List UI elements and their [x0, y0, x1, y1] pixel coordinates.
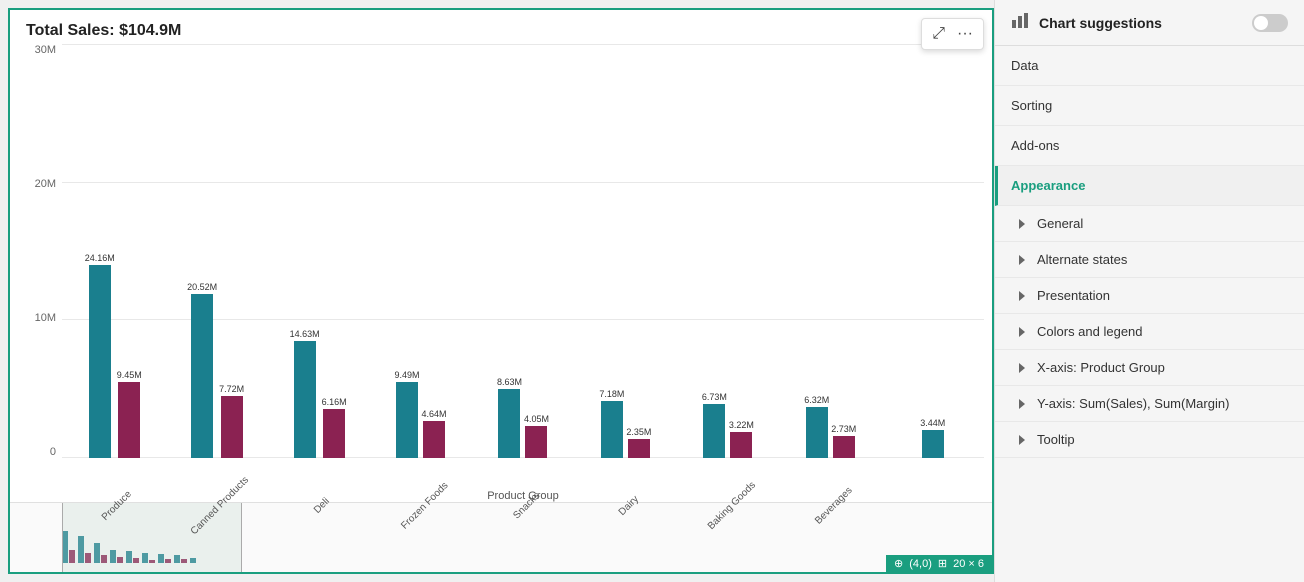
bar-group-8: 3.44M	[882, 418, 984, 458]
chart-status-bar: ⊕ (4,0) ⊞ 20 × 6	[886, 555, 992, 572]
chevron-icon-y-axis	[1019, 399, 1025, 409]
bar-teal-7[interactable]: 6.32M	[804, 395, 829, 458]
y-label-20m: 20M	[26, 178, 56, 190]
section-label-general: General	[1037, 216, 1083, 231]
chart-suggestions-icon	[1011, 10, 1031, 35]
bar-teal-3[interactable]: 9.49M	[395, 370, 420, 458]
panel-header: Chart suggestions	[995, 0, 1304, 46]
chevron-icon-alt-states	[1019, 255, 1025, 265]
bar-group-5: 7.18M2.35MDairy	[574, 389, 676, 458]
chart-plot: 24.16M9.45MProduce20.52M7.72MCanned Prod…	[62, 44, 984, 488]
chart-container: ⤢ ··· Total Sales: $104.9M 30M 20M 10M 0	[8, 8, 994, 574]
mini-chart[interactable]	[10, 502, 992, 572]
status-grid-value: 20 × 6	[953, 558, 984, 570]
bar-teal-1[interactable]: 20.52M	[187, 282, 217, 458]
bars-row: 24.16M9.45MProduce20.52M7.72MCanned Prod…	[62, 44, 984, 488]
bar-teal-0[interactable]: 24.16M	[85, 253, 115, 458]
section-label-presentation: Presentation	[1037, 288, 1110, 303]
panel-section-y-axis[interactable]: Y-axis: Sum(Sales), Sum(Margin)	[995, 386, 1304, 422]
bar-group-0: 24.16M9.45MProduce	[62, 253, 164, 458]
panel-nav-sorting[interactable]: Sorting	[995, 86, 1304, 126]
chevron-icon-x-axis	[1019, 363, 1025, 373]
bar-group-2: 14.63M6.16MDeli	[267, 329, 369, 458]
y-label-10m: 10M	[26, 312, 56, 324]
panel-section-alt-states[interactable]: Alternate states	[995, 242, 1304, 278]
bar-purple-0[interactable]: 9.45M	[117, 370, 142, 458]
chevron-icon-general	[1019, 219, 1025, 229]
bar-group-4: 8.63M4.05MSnacks	[472, 377, 574, 458]
panel-section-general[interactable]: General	[995, 206, 1304, 242]
y-label-0: 0	[26, 446, 56, 458]
bar-purple-4[interactable]: 4.05M	[524, 414, 549, 458]
status-grid-icon: ⊞	[938, 557, 947, 570]
chart-main: 30M 20M 10M 0 24.16M9.45MProduce20.52M7.…	[10, 44, 992, 502]
panel-nav: DataSortingAdd-onsAppearance	[995, 46, 1304, 206]
chevron-icon-presentation	[1019, 291, 1025, 301]
y-label-30m: 30M	[26, 44, 56, 56]
panel-title: Chart suggestions	[1039, 15, 1162, 31]
bar-teal-8[interactable]: 3.44M	[920, 418, 945, 458]
bar-group-1: 20.52M7.72MCanned Products	[164, 282, 266, 458]
bar-purple-6[interactable]: 3.22M	[729, 420, 754, 458]
bar-group-6: 6.73M3.22MBaking Goods	[677, 392, 779, 458]
bar-purple-5[interactable]: 2.35M	[626, 427, 651, 458]
panel-section-x-axis[interactable]: X-axis: Product Group	[995, 350, 1304, 386]
expand-button[interactable]: ⤢	[928, 23, 949, 45]
bar-teal-6[interactable]: 6.73M	[702, 392, 727, 458]
panel-section-presentation[interactable]: Presentation	[995, 278, 1304, 314]
bar-purple-7[interactable]: 2.73M	[831, 424, 856, 458]
status-coords-value: (4,0)	[909, 558, 932, 570]
panel-header-left: Chart suggestions	[1011, 10, 1162, 35]
chart-toolbar: ⤢ ···	[921, 18, 984, 50]
panel-sections: General Alternate states Presentation Color…	[995, 206, 1304, 458]
bar-purple-2[interactable]: 6.16M	[322, 397, 347, 458]
chart-suggestions-toggle[interactable]	[1252, 14, 1288, 32]
section-label-alt-states: Alternate states	[1037, 252, 1127, 267]
panel-nav-appearance[interactable]: Appearance	[995, 166, 1304, 206]
bar-group-3: 9.49M4.64MFrozen Foods	[369, 370, 471, 458]
panel-nav-data[interactable]: Data	[995, 46, 1304, 86]
section-label-colors-legend: Colors and legend	[1037, 324, 1143, 339]
section-label-tooltip: Tooltip	[1037, 432, 1075, 447]
bar-chart: 30M 20M 10M 0 24.16M9.45MProduce20.52M7.…	[26, 44, 984, 488]
panel-nav-addons[interactable]: Add-ons	[995, 126, 1304, 166]
status-coords: ⊕	[894, 557, 903, 570]
bar-group-7: 6.32M2.73MBeverages	[779, 395, 881, 458]
right-panel: Chart suggestions DataSortingAdd-onsAppe…	[994, 0, 1304, 582]
bar-purple-1[interactable]: 7.72M	[219, 384, 244, 458]
y-axis: 30M 20M 10M 0	[26, 44, 62, 488]
bar-teal-2[interactable]: 14.63M	[290, 329, 320, 458]
bar-teal-5[interactable]: 7.18M	[599, 389, 624, 458]
bar-purple-3[interactable]: 4.64M	[422, 409, 447, 458]
section-label-y-axis: Y-axis: Sum(Sales), Sum(Margin)	[1037, 396, 1229, 411]
chart-title: Total Sales: $104.9M	[10, 10, 992, 44]
panel-section-tooltip[interactable]: Tooltip	[995, 422, 1304, 458]
panel-section-colors-legend[interactable]: Colors and legend	[995, 314, 1304, 350]
section-label-x-axis: X-axis: Product Group	[1037, 360, 1165, 375]
chevron-icon-tooltip	[1019, 435, 1025, 445]
chevron-icon-colors-legend	[1019, 327, 1025, 337]
bar-teal-4[interactable]: 8.63M	[497, 377, 522, 458]
menu-button[interactable]: ···	[953, 23, 977, 45]
